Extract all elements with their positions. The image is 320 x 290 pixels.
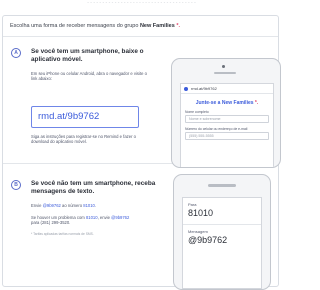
option-b-title: Se você não tem um smartphone, receba me…	[31, 180, 156, 195]
contact-field: (555) 555-5555	[185, 132, 269, 140]
text-code: @9b9762	[42, 203, 61, 208]
smartphone-mockup: rmd.at/9b9762 Junte-se a New Families *.…	[171, 58, 281, 168]
globe-icon	[184, 86, 188, 91]
step-a-badge: A	[11, 48, 21, 58]
instructions-card: Escolha uma forma de receber mensagens d…	[2, 15, 281, 290]
name-field: Nome e sobrenome	[185, 115, 269, 123]
message-value: @9b9762	[188, 235, 228, 245]
phone-screen: rmd.at/9b9762 Junte-se a New Families *.…	[180, 83, 274, 167]
option-a-title: Se você tem um smartphone, baixe o aplic…	[31, 48, 144, 63]
name-label: Nome completo	[185, 110, 209, 114]
option-b-line2: Se houver um problema com 81010, envie @…	[31, 215, 130, 226]
header-text: Escolha uma forma de receber mensagens d…	[10, 23, 140, 29]
camera-icon	[222, 65, 225, 68]
message-label: Mensagem	[188, 229, 208, 234]
option-a-instructions: Em seu iPhone ou celular Android, abra o…	[31, 71, 147, 82]
join-heading: Junte-se a New Families *.	[195, 100, 259, 106]
sms-screen: Para 81010 Mensagem @9b9762	[182, 197, 262, 289]
text-number: 81010	[83, 203, 95, 208]
address-text: rmd.at/9b9762	[191, 86, 217, 91]
to-value: 81010	[188, 208, 214, 218]
sms-note: * Tarifas aplicadas tarifas normais de S…	[31, 232, 94, 236]
basic-phone-mockup: Para 81010 Mensagem @9b9762	[173, 174, 271, 290]
address-bar: rmd.at/9b9762	[181, 84, 273, 94]
group-name: New Families	[139, 23, 175, 29]
step-b-badge: B	[11, 180, 21, 190]
speaker-icon	[214, 72, 236, 74]
contact-label: Número do celular ou endereço de e-mail	[185, 127, 248, 131]
group-star: *.	[176, 23, 180, 29]
to-label: Para	[188, 202, 197, 207]
speaker-icon	[208, 184, 236, 187]
option-b-line1: Envie @9b9762 ao número 81010.	[31, 203, 97, 208]
card-header: Escolha uma forma de receber mensagens d…	[3, 16, 278, 37]
option-a-followup: Siga as instruções para registrar-se no …	[31, 134, 136, 145]
option-b-section: B Se você não tem um smartphone, receba …	[3, 166, 278, 290]
top-strip: - - - - - - - - - - - - - - - - - - - - …	[87, 0, 196, 6]
app-download-link[interactable]: rmd.at/9b9762	[31, 106, 139, 128]
option-a-section: A Se você tem um smartphone, baixe o apl…	[3, 38, 281, 168]
